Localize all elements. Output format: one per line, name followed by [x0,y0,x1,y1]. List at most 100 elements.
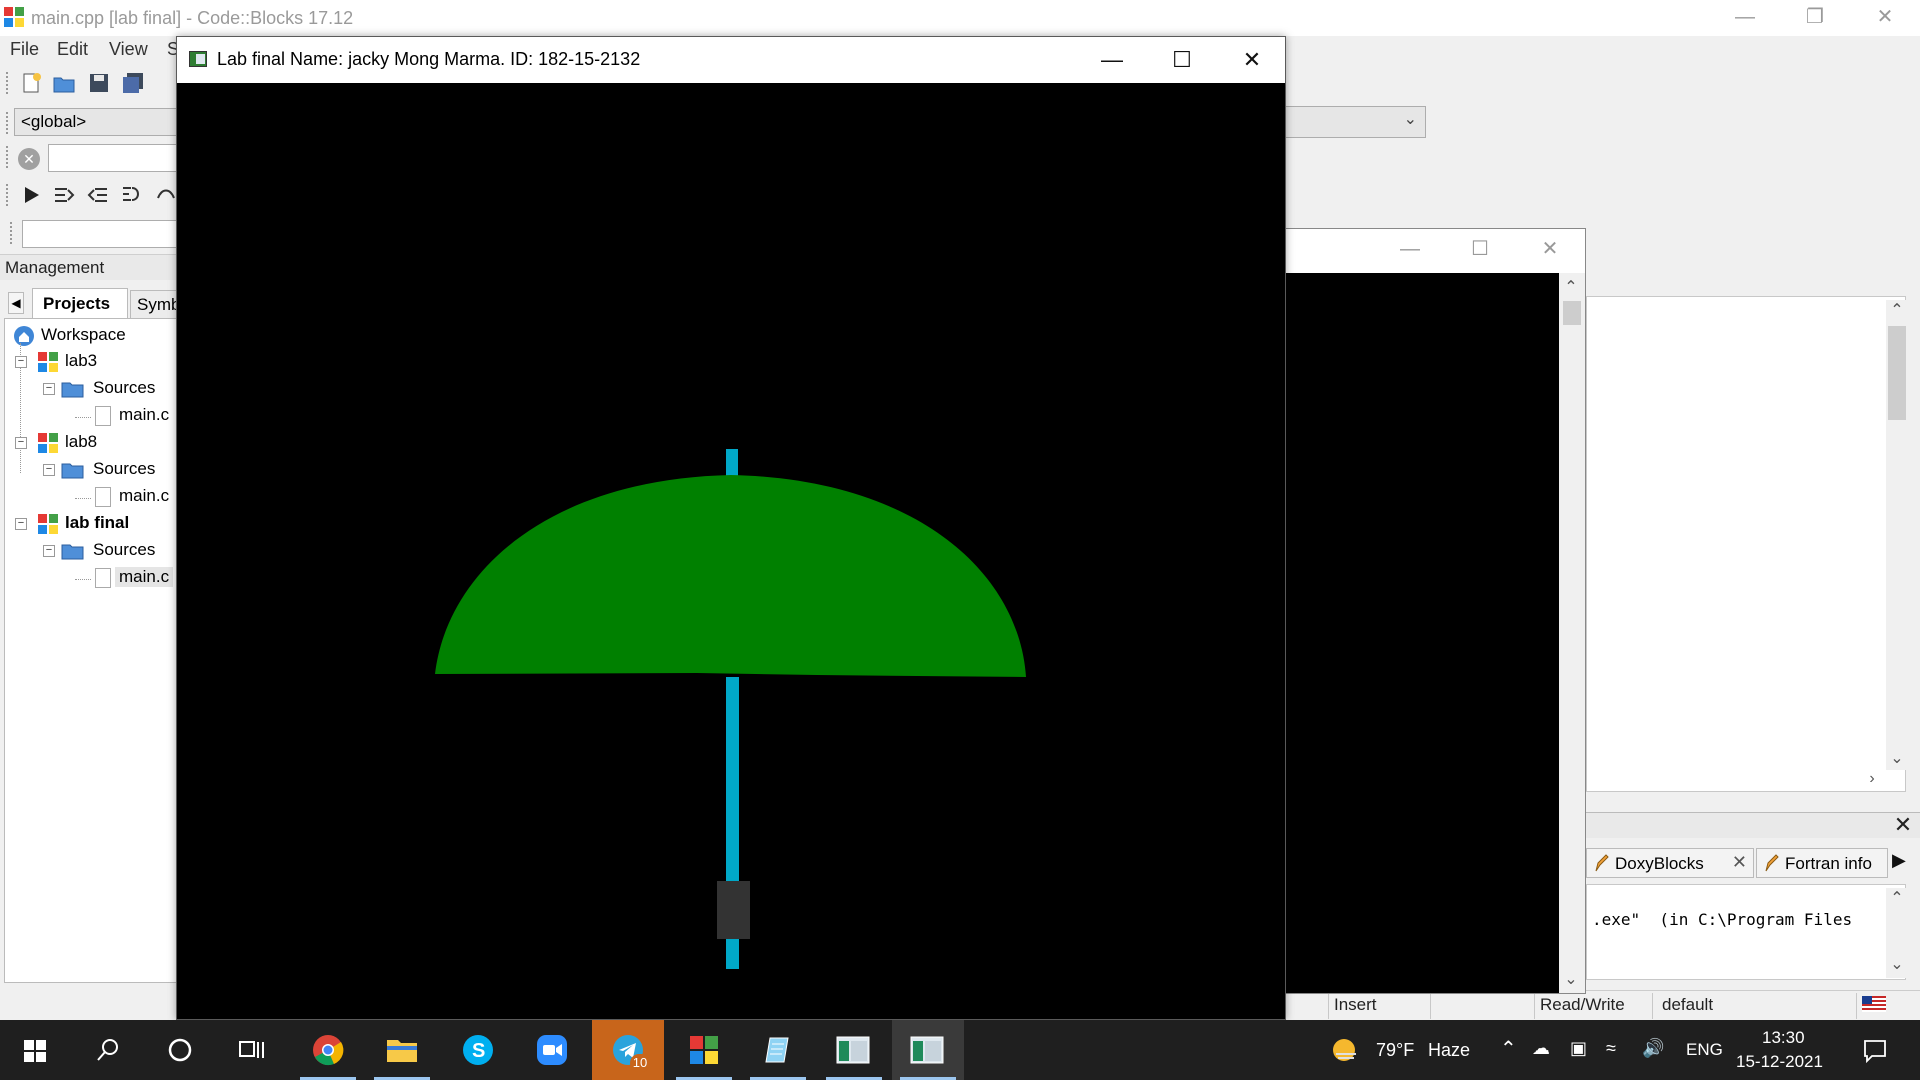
taskbar-notepad[interactable] [742,1020,814,1080]
restore-icon[interactable]: ❐ [1780,0,1850,36]
toolbar-grip[interactable] [6,72,10,94]
scroll-down-icon[interactable]: ⌄ [1887,954,1907,974]
tree-label: Workspace [41,325,126,344]
notification-center-icon[interactable] [1862,1038,1888,1064]
tree-project-lab8[interactable]: − lab8 [9,430,183,456]
toolbar-grip[interactable] [10,222,14,244]
volume-icon[interactable]: 🔊 [1642,1038,1664,1059]
step-out-icon[interactable] [86,184,110,206]
taskbar-codeblocks[interactable] [668,1020,740,1080]
search-icon [97,1039,118,1061]
taskbar-console-app[interactable] [818,1020,890,1080]
code-completion-combo[interactable]: ⌄ [1284,106,1426,138]
console-scroll-thumb[interactable] [1563,301,1581,325]
taskbar-file-explorer[interactable] [366,1020,438,1080]
tree-label: Sources [93,459,156,478]
tree-label: lab final [65,513,130,532]
taskbar-telegram[interactable]: 10 [592,1020,664,1080]
scroll-down-icon[interactable]: ⌄ [1561,969,1581,989]
taskbar-skype[interactable]: S [442,1020,514,1080]
taskbar-graphics-app[interactable] [892,1020,964,1080]
chevron-up-icon[interactable]: ⌃ [1500,1036,1517,1061]
run-icon[interactable] [20,184,44,206]
clear-search-icon[interactable]: ✕ [18,148,40,170]
scroll-up-icon[interactable]: ⌃ [1887,300,1907,320]
menu-view[interactable]: View [109,39,148,60]
clock-time[interactable]: 13:30 [1762,1028,1805,1048]
collapse-icon[interactable]: − [15,356,27,368]
editor-pane[interactable] [1586,296,1906,792]
scroll-down-icon[interactable]: ⌄ [1887,748,1907,768]
tree-folder-sources[interactable]: − Sources [9,376,183,402]
minimize-icon[interactable]: — [1710,0,1780,36]
save-icon[interactable] [87,72,111,94]
graphics-app-icon [189,51,207,67]
tab-doxyblocks[interactable]: DoxyBlocks ✕ [1586,848,1754,878]
editor-scroll-thumb[interactable] [1888,326,1906,420]
next-line-icon[interactable] [120,184,144,206]
zoom-icon [537,1035,567,1065]
tree-folder-sources[interactable]: − Sources [9,538,183,564]
console-scrollbar[interactable] [1559,273,1585,993]
step-instruction-icon[interactable] [154,184,178,206]
save-all-icon[interactable] [121,72,145,94]
taskbar-chrome[interactable] [292,1020,364,1080]
collapse-icon[interactable]: − [43,464,55,476]
weather-temperature[interactable]: 79°F [1376,1040,1414,1061]
search-input[interactable] [48,144,184,172]
tab-scroll-right-icon[interactable]: ▶ [1892,850,1906,871]
scroll-up-icon[interactable]: ⌃ [1887,888,1907,908]
wifi-icon[interactable]: ≈ [1606,1038,1616,1059]
menu-file[interactable]: File [10,39,39,60]
jump-input[interactable] [22,220,184,248]
codeblocks-logo-icon [4,7,24,27]
tree-project-lab-final[interactable]: − lab final [9,511,183,537]
toolbar-grip[interactable] [6,146,10,168]
meet-now-icon[interactable]: ▣ [1570,1038,1587,1059]
weather-description[interactable]: Haze [1428,1040,1470,1061]
collapse-icon[interactable]: − [43,383,55,395]
step-into-icon[interactable] [52,184,76,206]
onedrive-cloud-icon[interactable]: ☁ [1532,1038,1550,1059]
minimize-icon[interactable]: — [1385,235,1435,265]
build-log[interactable] [1586,884,1906,980]
tree-file-main[interactable]: main.c [9,484,183,510]
close-icon[interactable]: ✕ [1217,37,1287,83]
scroll-right-icon[interactable]: › [1862,770,1882,788]
close-logs-icon[interactable]: ✕ [1892,812,1914,838]
tree-project-lab3[interactable]: − lab3 [9,349,183,375]
start-button[interactable] [0,1020,72,1080]
search-button[interactable] [72,1020,144,1080]
toolbar-grip[interactable] [6,184,10,206]
toolbar-grip[interactable] [6,112,10,134]
close-tab-icon[interactable]: ✕ [1732,852,1747,873]
tab-fortran-info[interactable]: Fortran info [1756,848,1888,878]
close-icon[interactable]: ✕ [1850,0,1920,36]
skype-icon: S [463,1035,493,1065]
tab-scroll-left-icon[interactable]: ◀ [8,292,24,314]
scroll-up-icon[interactable]: ⌃ [1561,277,1581,297]
collapse-icon[interactable]: − [15,518,27,530]
taskbar-zoom[interactable] [516,1020,588,1080]
scope-combo[interactable]: <global> [14,108,184,136]
tree-folder-sources[interactable]: − Sources [9,457,183,483]
maximize-icon[interactable]: ☐ [1147,37,1217,83]
cortana-button[interactable] [144,1020,216,1080]
open-folder-icon[interactable] [52,72,76,94]
tab-projects[interactable]: Projects [32,288,128,318]
weather-sun-haze-icon[interactable] [1330,1036,1360,1064]
file-icon [95,487,111,507]
new-file-icon[interactable] [20,72,44,94]
tree-file-main[interactable]: main.c [9,403,183,429]
language-indicator[interactable]: ENG [1686,1040,1723,1060]
collapse-icon[interactable]: − [43,545,55,557]
maximize-icon[interactable]: ☐ [1455,235,1505,265]
menu-edit[interactable]: Edit [57,39,88,60]
close-icon[interactable]: ✕ [1525,235,1575,265]
collapse-icon[interactable]: − [15,437,27,449]
minimize-icon[interactable]: — [1077,37,1147,83]
clock-date[interactable]: 15-12-2021 [1736,1052,1823,1072]
graphics-app-icon [910,1036,944,1064]
tree-file-main[interactable]: main.c [9,565,183,591]
task-view-button[interactable] [216,1020,288,1080]
